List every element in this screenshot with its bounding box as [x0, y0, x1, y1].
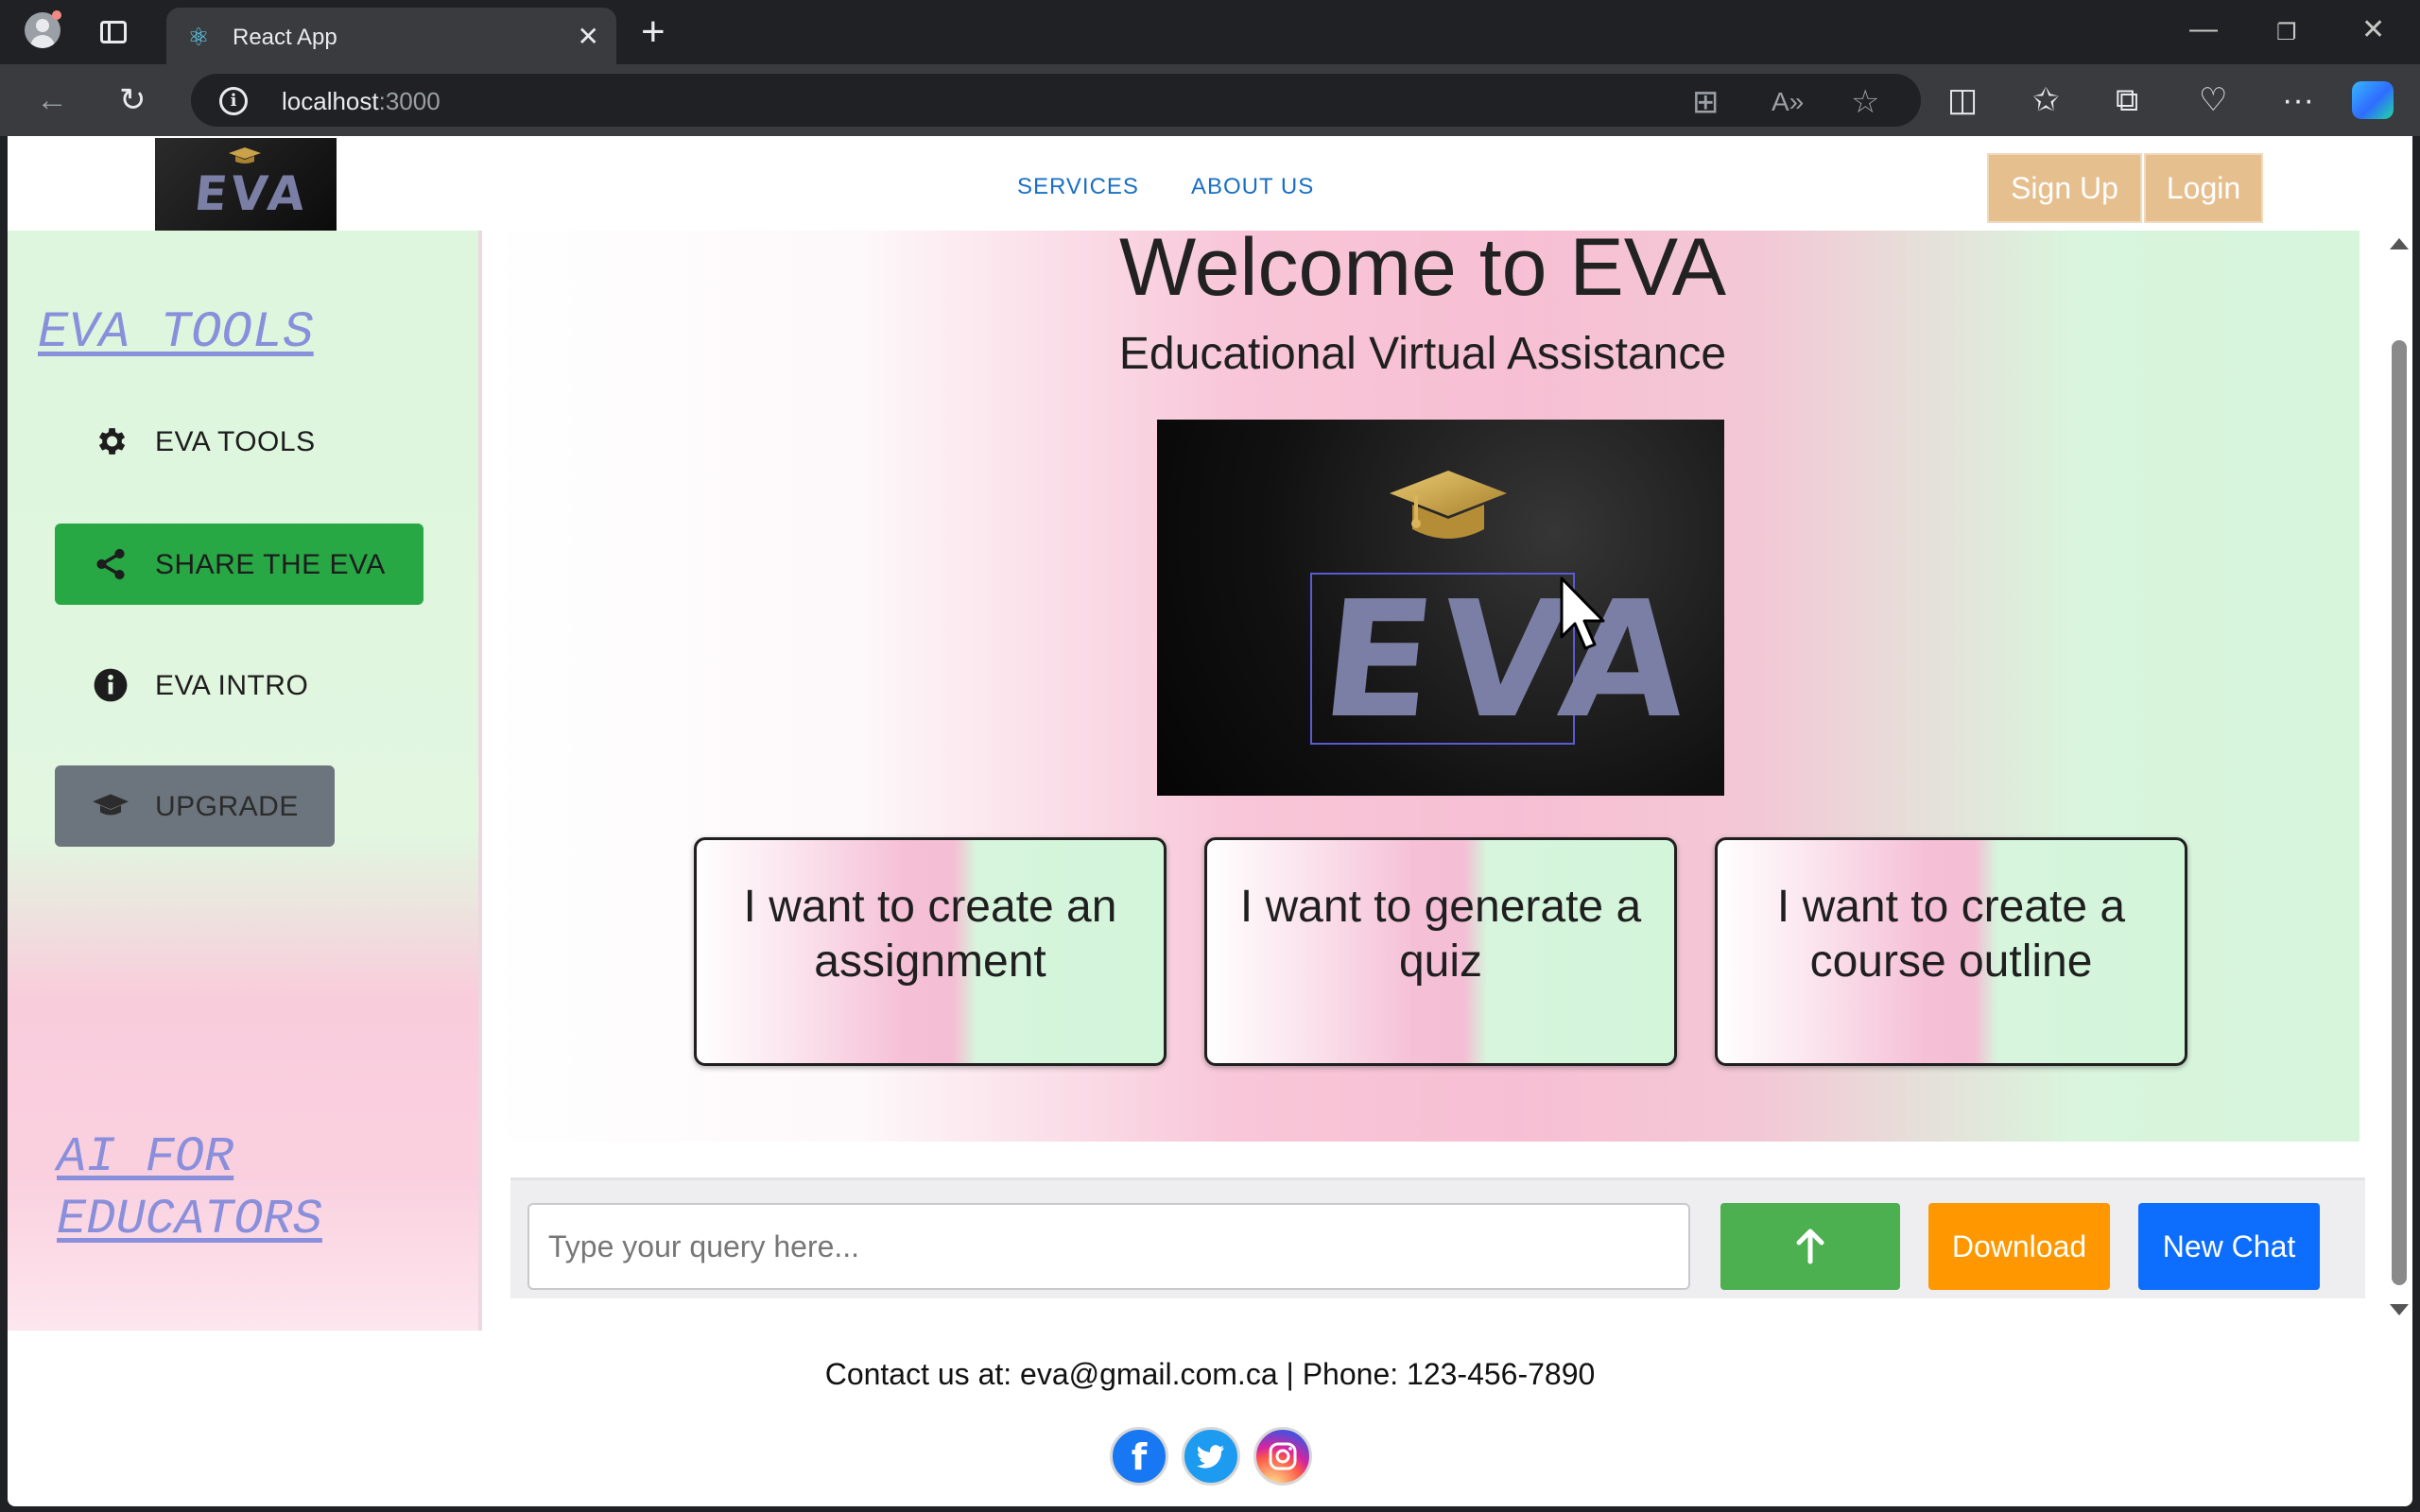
url-text: localhost:3000 [282, 87, 441, 115]
nav-about-us-link[interactable]: ABOUT US [1191, 174, 1314, 200]
site-logo[interactable]: EVA [155, 138, 337, 231]
send-button[interactable] [1720, 1203, 1900, 1290]
sidebar-item-eva-tools[interactable]: EVA TOOLS [55, 401, 424, 482]
react-icon: ⚛ [187, 23, 210, 51]
arrow-up-icon [1796, 1228, 1824, 1264]
sidebar-tagline: AI FOR EDUCATORS [57, 1126, 454, 1251]
main-content: Welcome to EVA Educational Virtual Assis… [486, 222, 2360, 1142]
query-input[interactable] [527, 1203, 1690, 1290]
nav-services-link[interactable]: SERVICES [1017, 174, 1139, 200]
favorites-icon[interactable]: ✩ [2032, 81, 2060, 119]
sidebar-item-upgrade[interactable]: UPGRADE [55, 765, 335, 847]
back-icon[interactable]: ← [36, 81, 68, 119]
instagram-icon[interactable] [1253, 1427, 1312, 1486]
restore-icon[interactable]: ❐ [2276, 19, 2297, 46]
page-viewport: EVA SERVICES ABOUT US Sign Up Login EVA … [8, 136, 2412, 1506]
read-aloud-icon[interactable]: A» [1772, 83, 1804, 121]
graduation-cap-icon [1390, 471, 1507, 539]
sidebar-item-eva-intro[interactable]: EVA INTRO [55, 644, 424, 726]
sidebar-item-label: EVA INTRO [155, 670, 309, 701]
scroll-up-arrow[interactable] [2390, 238, 2409, 249]
tab-title: React App [233, 25, 337, 50]
browser-toolbar: ← ↻ i localhost:3000 ⊞ A» ☆ ◫ ✩ ⧉ ♡ ··· [0, 64, 2420, 136]
browser-essentials-icon[interactable]: ♡ [2199, 81, 2227, 119]
app-available-icon[interactable]: ⊞ [1692, 83, 1720, 121]
download-button[interactable]: Download [1928, 1203, 2110, 1290]
mouse-cursor-icon [1560, 576, 1605, 650]
more-options-icon[interactable]: ··· [2282, 81, 2314, 119]
profile-notification-dot [52, 10, 61, 20]
prompt-card-course-outline[interactable]: I want to create a course outline [1715, 837, 2187, 1066]
address-bar[interactable]: i localhost:3000 ⊞ A» ☆ [191, 74, 1921, 127]
twitter-icon[interactable] [1182, 1427, 1240, 1486]
sidebar-title: EVA TOOLS [38, 304, 314, 362]
info-icon [94, 668, 128, 702]
gear-icon [98, 428, 126, 455]
twitter-bird-glyph [1197, 1445, 1224, 1469]
sidebar-item-share-the-eva[interactable]: SHARE THE EVA [55, 524, 424, 605]
browser-tab[interactable]: ⚛ React App ✕ [166, 8, 616, 64]
tab-actions-icon[interactable] [100, 21, 127, 43]
page-subtitle: Educational Virtual Assistance [1118, 329, 1727, 379]
minimize-icon[interactable]: — [2189, 13, 2218, 45]
scroll-down-arrow[interactable] [2390, 1304, 2409, 1315]
chat-bar: Download New Chat [510, 1177, 2365, 1298]
sidebar-item-label: SHARE THE EVA [155, 549, 386, 580]
prompt-card-quiz[interactable]: I want to generate a quiz [1204, 837, 1677, 1066]
sidebar: EVA TOOLS EVA TOOLS SHARE THE EVA EVA IN [8, 231, 482, 1331]
footer-contact: Contact us at: eva@gmail.com.ca | Phone:… [824, 1357, 1596, 1391]
page-title: Welcome to EVA [1118, 222, 1727, 313]
collections-icon[interactable]: ⧉ [2116, 81, 2138, 119]
tab-close-icon[interactable]: ✕ [578, 21, 599, 52]
sidebar-item-label: EVA TOOLS [155, 426, 316, 457]
logo-text: EVA [191, 166, 312, 221]
sidebar-tagline-line2: EDUCATORS [57, 1192, 322, 1247]
window-close-icon[interactable]: ✕ [2361, 13, 2385, 46]
sidebar-item-label: UPGRADE [155, 791, 299, 822]
instagram-camera-glyph [1269, 1442, 1297, 1470]
hero-logo-image: EVA [1157, 420, 1724, 796]
favorite-star-icon[interactable]: ☆ [1851, 83, 1879, 121]
share-icon [96, 548, 125, 580]
facebook-icon[interactable]: f [1110, 1427, 1168, 1486]
reload-icon[interactable]: ↻ [119, 81, 147, 119]
prompt-card-assignment[interactable]: I want to create an assignment [694, 837, 1167, 1066]
new-tab-icon[interactable]: + [641, 11, 666, 53]
graduation-cap-icon [93, 794, 129, 816]
copilot-icon[interactable] [2352, 81, 2394, 119]
graduation-cap-icon [229, 147, 261, 163]
new-chat-button[interactable]: New Chat [2138, 1203, 2320, 1290]
browser-tab-strip: ⚛ React App ✕ + — ❐ ✕ [0, 0, 2420, 64]
login-button[interactable]: Login [2144, 153, 2263, 223]
split-screen-icon[interactable]: ◫ [1947, 81, 1978, 119]
page-scrollbar-thumb[interactable] [2392, 340, 2407, 1285]
site-header: EVA SERVICES ABOUT US Sign Up Login [8, 136, 2412, 231]
site-info-icon[interactable]: i [219, 87, 248, 115]
hero-logo-text: EVA [1313, 567, 1704, 754]
sign-up-button[interactable]: Sign Up [1987, 153, 2142, 223]
sidebar-tagline-line1: AI FOR [57, 1129, 234, 1185]
